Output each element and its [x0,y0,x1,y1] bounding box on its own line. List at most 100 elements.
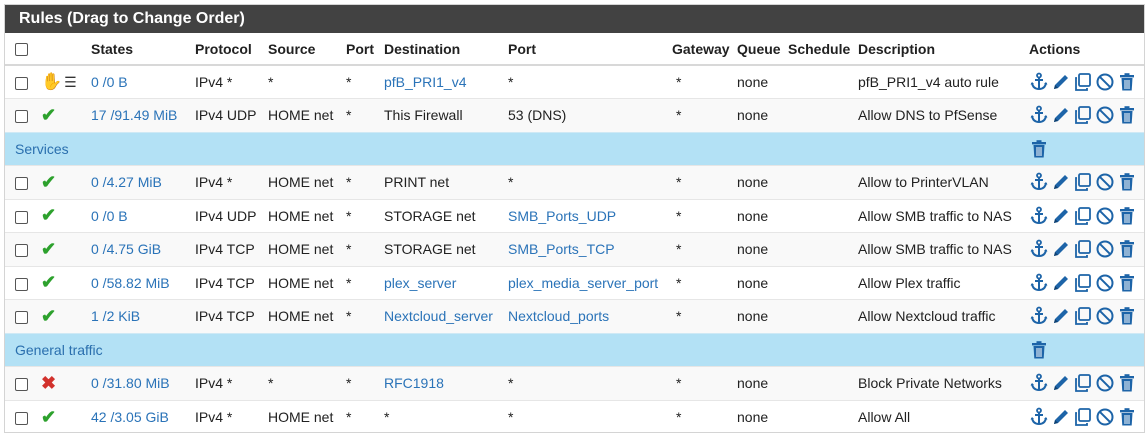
rule-row[interactable]: ✋ ☰ 0 /0 B IPv4 * * * pfB_PRI1_v4 * * none pfB_PRI… [5,64,1144,99]
rule-row[interactable]: ✔ 1 /2 KiB IPv4 TCP HOME net * Nextcloud_serv… [5,299,1144,333]
copy-icon[interactable] [1073,206,1093,226]
rule-destination-cell[interactable]: RFC1918 [380,366,504,400]
edit-pencil-icon[interactable] [1051,273,1071,293]
rule-row[interactable]: ✔ 42 /3.05 GiB IPv4 * HOME net * * * * none Allow… [5,399,1144,434]
disable-icon[interactable] [1095,72,1115,92]
rule-states[interactable]: 0 /31.80 MiB [91,375,170,391]
delete-icon[interactable] [1117,72,1137,92]
rule-destination[interactable]: plex_server [384,275,456,291]
rule-select-checkbox[interactable] [15,177,28,191]
delete-icon[interactable] [1117,407,1137,427]
rule-states-cell[interactable]: 17 /91.49 MiB [87,98,191,132]
select-cell[interactable] [5,299,37,333]
disable-icon[interactable] [1095,206,1115,226]
delete-icon[interactable] [1117,172,1137,192]
disable-icon[interactable] [1095,306,1115,326]
disable-icon[interactable] [1095,407,1115,427]
select-cell[interactable] [5,399,37,434]
rule-states[interactable]: 1 /2 KiB [91,308,140,324]
anchor-icon[interactable] [1029,105,1049,125]
rule-states-cell[interactable]: 0 /0 B [87,64,191,99]
edit-pencil-icon[interactable] [1051,306,1071,326]
rule-destination-port[interactable]: plex_media_server_port [508,275,658,291]
copy-icon[interactable] [1073,306,1093,326]
rule-select-checkbox[interactable] [15,244,28,258]
copy-icon[interactable] [1073,239,1093,259]
delete-icon[interactable] [1117,373,1137,393]
rule-destination-port-cell[interactable]: Nextcloud_ports [504,299,668,333]
rule-destination-port-cell[interactable]: plex_media_server_port [504,265,668,300]
rule-states-cell[interactable]: 42 /3.05 GiB [87,399,191,434]
disable-icon[interactable] [1095,172,1115,192]
rule-states-cell[interactable]: 0 /0 B [87,198,191,233]
select-cell[interactable] [5,198,37,233]
rule-row[interactable]: ✔ 0 /58.82 MiB IPv4 TCP HOME net * plex_serve… [5,265,1144,300]
copy-icon[interactable] [1073,407,1093,427]
rule-destination-port[interactable]: SMB_Ports_TCP [508,241,615,257]
delete-icon[interactable] [1117,306,1137,326]
rule-states-cell[interactable]: 0 /31.80 MiB [87,366,191,400]
delete-icon[interactable] [1117,206,1137,226]
rule-destination-port-cell[interactable]: SMB_Ports_UDP [504,198,668,233]
rule-states[interactable]: 0 /4.27 MiB [91,174,162,190]
delete-icon[interactable] [1117,239,1137,259]
rule-select-checkbox[interactable] [15,378,28,392]
rule-states-cell[interactable]: 0 /58.82 MiB [87,265,191,300]
select-cell[interactable] [5,265,37,300]
edit-pencil-icon[interactable] [1051,72,1071,92]
anchor-icon[interactable] [1029,172,1049,192]
edit-pencil-icon[interactable] [1051,407,1071,427]
rule-states[interactable]: 0 /58.82 MiB [91,275,170,291]
rule-destination-cell[interactable]: plex_server [380,265,504,300]
rule-row[interactable]: ✔ 0 /4.75 GiB IPv4 TCP HOME net * STORAGE net… [5,232,1144,266]
rule-states-cell[interactable]: 0 /4.27 MiB [87,165,191,199]
rule-states-cell[interactable]: 1 /2 KiB [87,299,191,333]
rule-destination-port[interactable]: Nextcloud_ports [508,308,609,324]
anchor-icon[interactable] [1029,407,1049,427]
select-cell[interactable] [5,98,37,132]
anchor-icon[interactable] [1029,273,1049,293]
rule-select-checkbox[interactable] [15,277,28,291]
rule-select-checkbox[interactable] [15,76,28,90]
rule-states-cell[interactable]: 0 /4.75 GiB [87,232,191,266]
rule-select-checkbox[interactable] [15,110,28,124]
delete-separator-icon[interactable] [1029,139,1049,159]
rule-row[interactable]: ✔ 0 /4.27 MiB IPv4 * HOME net * PRINT net * * no… [5,165,1144,199]
edit-pencil-icon[interactable] [1051,206,1071,226]
copy-icon[interactable] [1073,273,1093,293]
disable-icon[interactable] [1095,239,1115,259]
anchor-icon[interactable] [1029,306,1049,326]
rule-row[interactable]: ✔ 17 /91.49 MiB IPv4 UDP HOME net * This Fire… [5,98,1144,132]
anchor-icon[interactable] [1029,373,1049,393]
rule-destination-cell[interactable]: Nextcloud_server [380,299,504,333]
rule-destination[interactable]: pfB_PRI1_v4 [384,74,467,90]
copy-icon[interactable] [1073,373,1093,393]
separator-row[interactable]: Services [5,131,1144,166]
select-all-checkbox[interactable] [15,43,28,57]
rule-states[interactable]: 0 /0 B [91,74,128,90]
disable-icon[interactable] [1095,273,1115,293]
edit-pencil-icon[interactable] [1051,373,1071,393]
disable-icon[interactable] [1095,373,1115,393]
rule-destination[interactable]: RFC1918 [384,375,444,391]
rule-select-checkbox[interactable] [15,411,28,425]
copy-icon[interactable] [1073,72,1093,92]
edit-pencil-icon[interactable] [1051,172,1071,192]
delete-separator-icon[interactable] [1029,340,1049,360]
rule-select-checkbox[interactable] [15,210,28,224]
rule-select-checkbox[interactable] [15,311,28,325]
delete-icon[interactable] [1117,105,1137,125]
rule-destination-cell[interactable]: pfB_PRI1_v4 [380,64,504,99]
select-cell[interactable] [5,64,37,99]
rule-destination[interactable]: Nextcloud_server [384,308,493,324]
select-cell[interactable] [5,232,37,266]
anchor-icon[interactable] [1029,239,1049,259]
rule-destination-port-cell[interactable]: SMB_Ports_TCP [504,232,668,266]
edit-pencil-icon[interactable] [1051,239,1071,259]
copy-icon[interactable] [1073,172,1093,192]
edit-pencil-icon[interactable] [1051,105,1071,125]
select-cell[interactable] [5,165,37,199]
copy-icon[interactable] [1073,105,1093,125]
anchor-icon[interactable] [1029,206,1049,226]
rule-destination-port[interactable]: SMB_Ports_UDP [508,208,616,224]
